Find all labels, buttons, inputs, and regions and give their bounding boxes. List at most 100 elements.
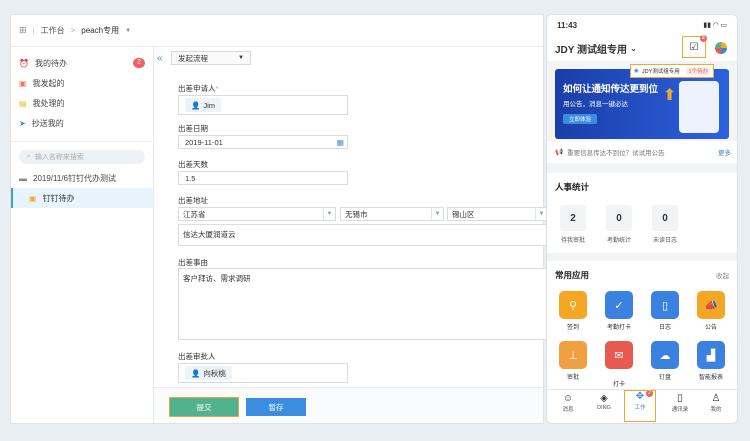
address-label: 出差地址 (178, 196, 208, 205)
submit-button[interactable]: 提交 (169, 397, 239, 417)
folder-icon: ▬ (19, 173, 27, 183)
tooltip-label: JDY测试组专用 (641, 69, 680, 75)
chevron-down-icon[interactable]: ▼ (125, 28, 131, 34)
tab-work-badge: 2 (646, 390, 653, 397)
search-input[interactable]: ⌕ 输入名称来搜索 (19, 150, 145, 164)
days-field[interactable]: 1.5 (178, 171, 348, 185)
app-approval[interactable]: ⊥ 审批 (555, 341, 591, 381)
tab-me[interactable]: ♙ 我的 (701, 393, 731, 413)
person-icon: ♙ (711, 393, 721, 404)
sidebar-item-label: 抄送我的 (31, 118, 64, 128)
tab-ding[interactable]: ◈ DING (589, 393, 619, 411)
tree-item-label: 钉钉待办 (42, 193, 75, 203)
status-bar: 11:43 ▮▮ ◠ ▭ (547, 15, 737, 35)
search-icon: ⌕ (27, 153, 31, 160)
banner-button[interactable]: 立即体验 (563, 114, 598, 124)
chevron-down-icon[interactable]: ⌄ (630, 44, 637, 53)
flow-dropdown[interactable]: 发起流程 ▼ (171, 51, 251, 65)
approver-tag[interactable]: 👤 向秋桃 (185, 366, 232, 380)
tab-contacts[interactable]: ▯ 通讯录 (665, 393, 695, 413)
date-field[interactable]: 2019-11-01 ▦ (178, 135, 348, 149)
ding-icon: ◈ (600, 393, 608, 404)
user-icon: 👤 (191, 368, 201, 378)
phone-header: JDY 测试组专用 ⌄ ☑ 2 (547, 35, 737, 61)
location-pin-icon: ⚲ (559, 291, 587, 319)
sidebar-item-my-todo[interactable]: ⏰ 我的待办 2 (11, 53, 153, 73)
approver-field[interactable]: 👤 向秋桃 (178, 363, 348, 383)
mobile-app: 11:43 ▮▮ ◠ ▭ JDY 测试组专用 ⌄ ☑ 2 ◉ JDY测试组专用 … (546, 14, 738, 424)
sidebar: ⏰ 我的待办 2 ▣ 我发起的 ▤ 我处理的 ➤ 抄送我的 ⌕ 输入名称来搜索 … (11, 47, 154, 423)
applicant-label: 出差申请人* (178, 84, 219, 93)
tree-item-dingtalk-todo[interactable]: ▣ 钉钉待办 (11, 188, 153, 208)
date-label: 出差日期 (178, 124, 208, 133)
app-announcement[interactable]: 📣 公告 (693, 291, 729, 331)
notice-more-link[interactable]: 更多 (718, 147, 731, 157)
tree-folder-label: 2019/11/6钉钉代办测试 (33, 173, 116, 183)
stamp-icon: ⊥ (559, 341, 587, 369)
sidebar-item-label: 我处理的 (32, 98, 65, 108)
reason-textarea[interactable]: 客户拜访、需求调研 (178, 268, 548, 340)
send-icon: ➤ (19, 118, 26, 128)
form-icon: ▣ (29, 193, 37, 203)
bar-chart-icon: ▟ (697, 341, 725, 369)
top-bar: ⊞ | 工作台 > peach专用 ▼ (11, 15, 543, 47)
district-select[interactable]: 锡山区 ▼ (447, 207, 548, 221)
province-select[interactable]: 江苏省 ▼ (178, 207, 336, 221)
applicant-field[interactable]: 👤 Jim (178, 95, 348, 115)
approver-label: 出差审批人 (178, 352, 216, 361)
tooltip-tag: 1个待办 (686, 67, 710, 75)
notebook-icon: ▯ (651, 291, 679, 319)
todo-icon-badge: 2 (700, 35, 707, 42)
chat-icon: ☺ (562, 393, 574, 404)
save-draft-button[interactable]: 暂存 (246, 398, 306, 416)
cloud-icon: ☁ (651, 341, 679, 369)
stat-attendance[interactable]: 0 考勤统计 (604, 205, 634, 244)
tab-messages[interactable]: ☺ 消息 (553, 393, 583, 413)
apps-card: 常用应用 收起 ⚲ 签到 ✓ 考勤打卡 ▯ 日志 📣 公告 ⊥ 审批 ✉ 打卡 ☁ 钉盘 ▟ 智… (547, 261, 737, 395)
calendar-icon[interactable]: ▦ (337, 138, 344, 147)
notice-bar[interactable]: 📢 重要信息传达不到位？试试用公告 更多 (547, 141, 737, 163)
collapse-icon[interactable]: « (157, 53, 163, 64)
app-log[interactable]: ▯ 日志 (647, 291, 683, 331)
reason-label: 出差事由 (178, 258, 208, 267)
contacts-icon: ▯ (677, 393, 683, 404)
app-drive[interactable]: ☁ 钉盘 (647, 341, 683, 381)
applicant-tag[interactable]: 👤 Jim (185, 98, 222, 112)
app-smart-report[interactable]: ▟ 智能报表 (693, 341, 729, 381)
app-attendance[interactable]: ✓ 考勤打卡 (601, 291, 637, 331)
city-select[interactable]: 无锡市 ▼ (340, 207, 444, 221)
todo-tooltip[interactable]: ◉ JDY测试组专用 1个待办 (630, 64, 714, 78)
stat-pending-approval[interactable]: 2 待我审批 (558, 205, 588, 244)
stat-unread-logs[interactable]: 0 未读日志 (650, 205, 680, 244)
check-badge-icon: ✓ (605, 291, 633, 319)
hr-stats-card: 人事统计 2 待我审批 0 考勤统计 0 未读日志 (547, 173, 737, 253)
promo-banner[interactable]: 如何让通知传达更到位 用公告，消息一键必达 立即体验 ⬆ (555, 69, 729, 139)
clock-icon: ⏰ (19, 58, 29, 68)
tree-folder[interactable]: ▬ 2019/11/6钉钉代办测试 (11, 168, 153, 188)
app-logo-icon[interactable] (715, 42, 727, 54)
breadcrumb-current[interactable]: peach专用 (81, 25, 119, 36)
app-sign-in[interactable]: ⚲ 签到 (555, 291, 591, 331)
sidebar-item-cc[interactable]: ➤ 抄送我的 (11, 113, 153, 133)
chevron-down-icon: ▼ (238, 55, 244, 61)
address-detail-field[interactable]: 信达大厦润道云 (178, 224, 548, 246)
chevron-down-icon: ▼ (323, 208, 335, 220)
app-ding[interactable]: ✉ 打卡 (601, 341, 637, 388)
todo-badge: 2 (133, 58, 145, 68)
form-area: « 发起流程 ▼ 出差申请人* 👤 Jim 出差日期 2019-11-01 ▦ 出… (154, 47, 548, 423)
user-icon: 👤 (191, 100, 201, 110)
breadcrumb-workbench[interactable]: 工作台 (41, 25, 65, 36)
grid-icon[interactable]: ⊞ (19, 25, 27, 36)
desktop-window: ⊞ | 工作台 > peach专用 ▼ ⏰ 我的待办 2 ▣ 我发起的 ▤ 我处… (10, 14, 548, 424)
org-avatar-icon: ◉ (634, 68, 639, 74)
sidebar-item-initiated[interactable]: ▣ 我发起的 (11, 73, 153, 93)
form-footer: 提交 暂存 (154, 387, 543, 423)
signal-wifi-battery-icon: ▮▮ ◠ ▭ (703, 22, 727, 29)
breadcrumb-separator: > (70, 26, 76, 35)
apps-collapse-link[interactable]: 收起 (716, 270, 729, 280)
sidebar-item-handled[interactable]: ▤ 我处理的 (11, 93, 153, 113)
apps-title: 常用应用 (555, 270, 590, 280)
envelope-icon: ✉ (605, 341, 633, 369)
org-name[interactable]: JDY 测试组专用 (555, 41, 627, 56)
search-placeholder: 输入名称来搜索 (34, 154, 84, 161)
